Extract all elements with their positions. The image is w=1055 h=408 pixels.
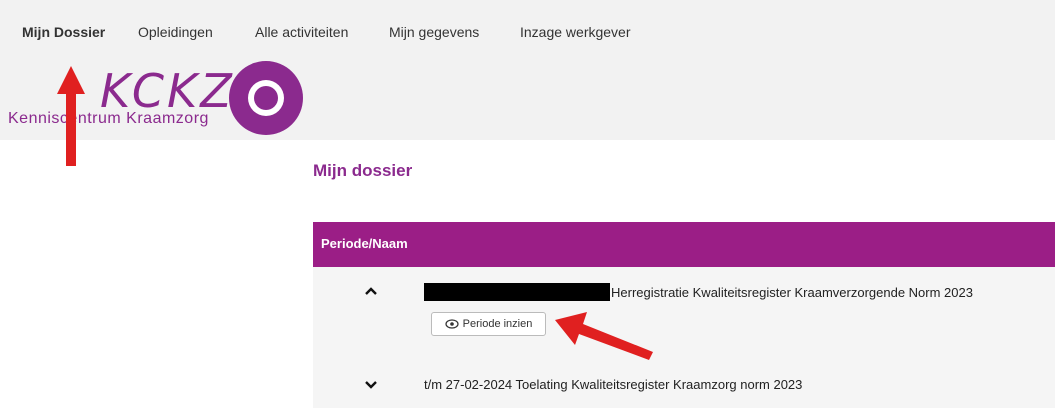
column-header-periode-naam: Periode/Naam: [321, 236, 408, 251]
nav-item-opleidingen[interactable]: Opleidingen: [138, 24, 213, 40]
redacted-block: [424, 283, 610, 301]
top-navigation: Mijn Dossier Opleidingen Alle activiteit…: [0, 0, 1055, 58]
periode-inzien-button[interactable]: Periode inzien: [431, 312, 546, 336]
logo-circle-icon: [229, 61, 303, 135]
row-text: Herregistratie Kwaliteitsregister Kraamv…: [611, 285, 973, 300]
table-header: Periode/Naam: [313, 222, 1055, 267]
annotation-arrow-left-icon: [555, 312, 653, 360]
chevron-up-icon[interactable]: [365, 283, 377, 299]
nav-item-mijn-gegevens[interactable]: Mijn gegevens: [389, 24, 479, 40]
chevron-down-icon[interactable]: [365, 377, 377, 393]
button-label: Periode inzien: [462, 318, 533, 330]
eye-icon: [445, 319, 459, 329]
page-title: Mijn dossier: [313, 161, 413, 180]
nav-item-mijn-dossier[interactable]: Mijn Dossier: [22, 24, 105, 40]
nav-item-alle-activiteiten[interactable]: Alle activiteiten: [255, 24, 348, 40]
annotation-arrow-up-icon: [57, 66, 85, 166]
nav-item-inzage-werkgever[interactable]: Inzage werkgever: [520, 24, 631, 40]
row-text: t/m 27-02-2024 Toelating Kwaliteitsregis…: [424, 377, 803, 392]
logo-subtitle: Kenniscentrum Kraamzorg: [8, 110, 209, 127]
